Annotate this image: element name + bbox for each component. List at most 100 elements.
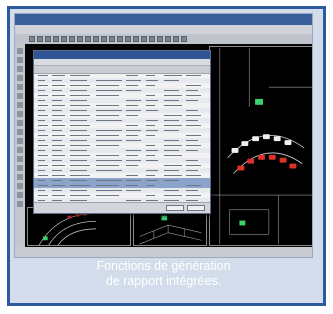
table-cell	[52, 155, 65, 156]
table-cell	[164, 95, 182, 96]
palette-tool-button[interactable]	[17, 138, 23, 144]
table-cell	[186, 95, 201, 96]
palette-tool-button[interactable]	[17, 111, 23, 117]
table-cell	[126, 75, 138, 76]
palette-tool-button[interactable]	[17, 75, 23, 81]
table-cell	[186, 170, 198, 171]
table-cell	[70, 195, 90, 196]
palette-tool-button[interactable]	[17, 129, 23, 135]
table-cell	[70, 155, 90, 156]
dialog-cancel-button[interactable]	[187, 205, 205, 211]
toolbar-button[interactable]	[109, 36, 115, 42]
toolbar-button[interactable]	[117, 36, 123, 42]
table-cell	[96, 105, 119, 106]
table-cell	[70, 85, 90, 86]
toolbar-button[interactable]	[157, 36, 163, 42]
dialog-ok-button[interactable]	[166, 205, 184, 211]
toolbar-button[interactable]	[37, 36, 43, 42]
toolbar-button[interactable]	[29, 36, 35, 42]
toolbar-button[interactable]	[149, 36, 155, 42]
table-cell	[38, 155, 48, 156]
report-dialog-title-bar	[34, 51, 210, 59]
table-cell	[52, 200, 62, 201]
toolbar-button[interactable]	[165, 36, 171, 42]
table-cell	[96, 140, 122, 141]
toolbar-button[interactable]	[133, 36, 139, 42]
palette-tool-button[interactable]	[17, 156, 23, 162]
table-cell	[186, 110, 198, 111]
table-cell	[186, 90, 198, 91]
table-cell	[52, 195, 65, 196]
toolbar-button[interactable]	[45, 36, 51, 42]
table-cell	[52, 140, 62, 141]
table-cell	[146, 75, 155, 76]
table-cell	[146, 150, 158, 151]
table-cell	[52, 80, 62, 81]
palette-tool-button[interactable]	[17, 48, 23, 54]
table-cell	[186, 135, 201, 136]
table-cell	[52, 135, 65, 136]
table-cell	[164, 165, 182, 166]
table-cell	[52, 175, 65, 176]
table-cell	[52, 185, 65, 186]
toolbar-button[interactable]	[93, 36, 99, 42]
table-cell	[126, 90, 141, 91]
table-cell	[146, 120, 158, 121]
table-cell	[186, 195, 201, 196]
table-cell	[186, 145, 201, 146]
table-cell	[96, 85, 119, 86]
table-cell	[70, 190, 87, 191]
toolbar-button[interactable]	[141, 36, 147, 42]
table-cell	[96, 130, 122, 131]
palette-tool-button[interactable]	[17, 192, 23, 198]
table-cell	[96, 160, 122, 161]
table-cell	[126, 115, 138, 116]
table-cell	[52, 75, 65, 76]
table-cell	[146, 110, 158, 111]
table-cell	[96, 95, 119, 96]
palette-tool-button[interactable]	[17, 84, 23, 90]
table-cell	[96, 80, 122, 81]
toolbar-button[interactable]	[181, 36, 187, 42]
table-cell	[38, 105, 48, 106]
toolbar-button[interactable]	[125, 36, 131, 42]
toolbar-button[interactable]	[77, 36, 83, 42]
table-cell	[96, 90, 122, 91]
table-cell	[38, 180, 45, 181]
table-cell	[146, 125, 155, 126]
palette-tool-button[interactable]	[17, 120, 23, 126]
palette-tool-button[interactable]	[17, 201, 23, 207]
table-cell	[186, 125, 201, 126]
table-cell	[70, 95, 90, 96]
palette-tool-button[interactable]	[17, 93, 23, 99]
toolbar-button[interactable]	[61, 36, 67, 42]
palette-tool-button[interactable]	[17, 147, 23, 153]
table-cell	[38, 100, 45, 101]
table-cell	[52, 125, 65, 126]
table-cell	[164, 200, 179, 201]
table-cell	[70, 105, 90, 106]
table-cell	[52, 190, 62, 191]
table-cell	[186, 175, 201, 176]
table-cell	[164, 75, 182, 76]
toolbar-button[interactable]	[85, 36, 91, 42]
table-cell	[52, 105, 65, 106]
table-cell	[164, 125, 182, 126]
table-cell	[96, 120, 122, 121]
table-cell	[126, 80, 141, 81]
table-cell	[146, 100, 158, 101]
table-cell	[96, 145, 119, 146]
toolbar-button[interactable]	[101, 36, 107, 42]
palette-tool-button[interactable]	[17, 66, 23, 72]
palette-tool-button[interactable]	[17, 174, 23, 180]
table-cell	[38, 80, 45, 81]
palette-tool-button[interactable]	[17, 57, 23, 63]
table-cell	[52, 145, 65, 146]
palette-tool-button[interactable]	[17, 183, 23, 189]
palette-tool-button[interactable]	[17, 165, 23, 171]
toolbar-button[interactable]	[53, 36, 59, 42]
toolbar-button[interactable]	[69, 36, 75, 42]
palette-tool-button[interactable]	[17, 102, 23, 108]
table-cell	[164, 170, 179, 171]
toolbar-button[interactable]	[173, 36, 179, 42]
